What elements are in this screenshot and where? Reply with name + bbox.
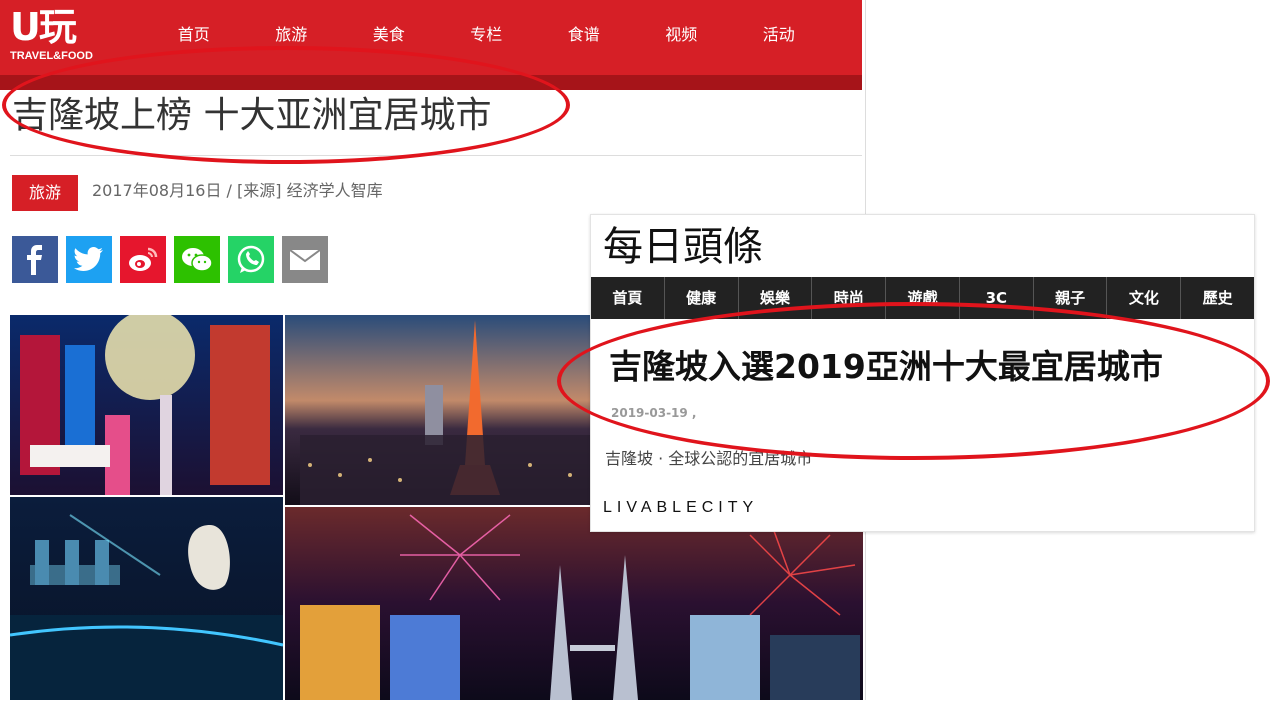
whatsapp-icon[interactable] [228,236,274,283]
article-subtitle: 吉隆坡 · 全球公認的宜居城市 [605,449,813,468]
twitter-icon[interactable] [66,236,112,283]
daily-headlines-page: 每日頭條 首頁 健康 娛樂 時尚 遊戲 3C 親子 文化 歷史 吉隆坡入選201… [590,214,1255,532]
divider [10,155,862,156]
nav-item-fashion[interactable]: 時尚 [812,277,887,319]
article-tag: LIVABLECITY [603,499,759,516]
nav-item-3c[interactable]: 3C [960,277,1034,319]
nav-item-home[interactable]: 首頁 [591,277,665,319]
article-title: 吉隆坡入選2019亞洲十大最宜居城市 [609,347,1163,386]
nav-item-parenting[interactable]: 親子 [1034,277,1108,319]
category-tag[interactable]: 旅游 [12,175,78,211]
nav-item-travel[interactable]: 旅游 [243,25,341,45]
email-icon[interactable] [282,236,328,283]
nav-item-culture[interactable]: 文化 [1107,277,1182,319]
share-bar [12,236,328,283]
nav-item-new[interactable]: 新 [828,25,866,45]
site-header: U玩 TRAVEL&FOOD 首页 旅游 美食 专栏 食谱 视频 活动 新 [0,0,862,90]
nav-item-entertainment[interactable]: 娛樂 [739,277,813,319]
nav-item-food[interactable]: 美食 [340,25,438,45]
site-logo[interactable]: U玩 TRAVEL&FOOD [10,6,110,68]
nav-item-column[interactable]: 专栏 [438,25,536,45]
nav-item-games[interactable]: 遊戲 [886,277,960,319]
main-nav: 首页 旅游 美食 专栏 食谱 视频 活动 新 [145,25,866,45]
site-logo[interactable]: 每日頭條 [603,219,763,275]
nav-item-health[interactable]: 健康 [665,277,739,319]
logo-text: U玩 [10,5,77,49]
logo-subtext: TRAVEL&FOOD [10,50,93,62]
nav-item-video[interactable]: 视频 [633,25,731,45]
nav-item-recipe[interactable]: 食谱 [535,25,633,45]
nav-item-events[interactable]: 活动 [730,25,828,45]
nav-item-history[interactable]: 歷史 [1181,277,1254,319]
facebook-icon[interactable] [12,236,58,283]
article-date: 2019-03-19 , [611,406,697,420]
article-title: 吉隆坡上榜 十大亚洲宜居城市 [12,95,492,136]
nav-item-home[interactable]: 首页 [145,25,243,45]
main-nav: 首頁 健康 娛樂 時尚 遊戲 3C 親子 文化 歷史 [591,277,1254,319]
article-meta: 2017年08月16日 / [来源] 经济学人智库 [92,181,383,200]
weibo-icon[interactable] [120,236,166,283]
wechat-icon[interactable] [174,236,220,283]
